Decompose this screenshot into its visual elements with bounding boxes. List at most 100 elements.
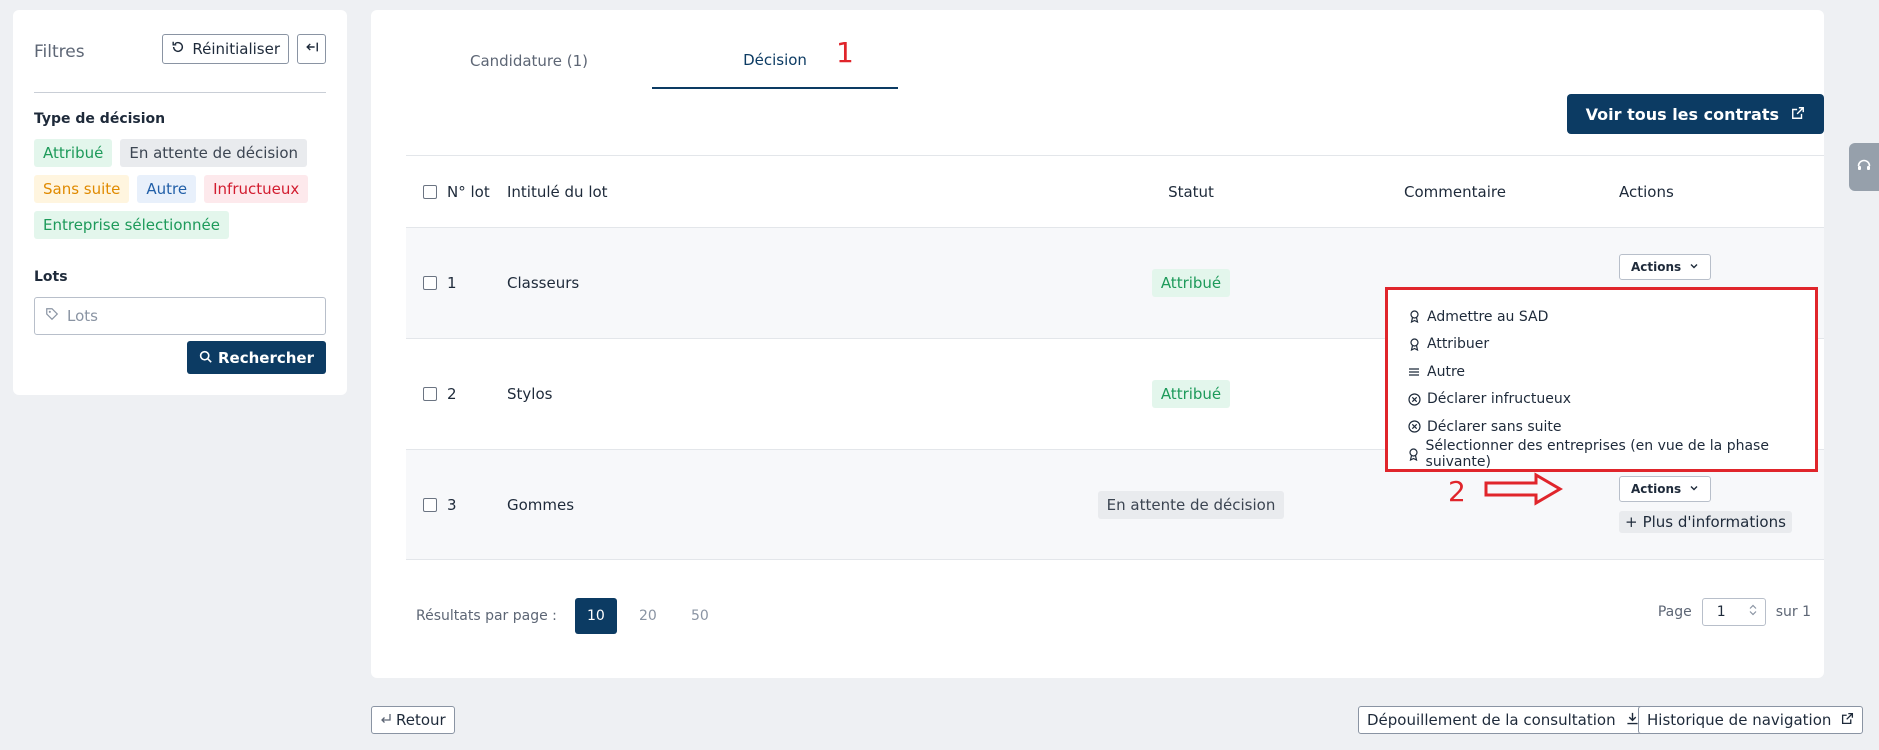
annotation-arrow-icon [1484, 472, 1563, 506]
row-actions: Actions + Plus d'informations [1605, 476, 1824, 533]
page-number-value: 1 [1716, 604, 1726, 620]
header-actions: Actions [1619, 182, 1674, 201]
menu-item-admettre-sad[interactable]: Admettre au SAD [1407, 303, 1796, 331]
view-all-contracts-button[interactable]: Voir tous les contrats [1566, 94, 1824, 134]
table-header: N° lot Intitulé du lot Statut Commentair… [406, 155, 1824, 227]
header-title: Intitulé du lot [507, 182, 608, 201]
actions-button[interactable]: Actions [1619, 254, 1712, 280]
row-title: Gommes [507, 495, 575, 514]
search-icon [199, 349, 212, 367]
chip-entreprise-selectionnee[interactable]: Entreprise sélectionnée [34, 211, 229, 239]
history-button[interactable]: Historique de navigation [1638, 706, 1864, 734]
collapse-filters-button[interactable] [297, 34, 326, 64]
checkbox-box [423, 276, 437, 290]
reset-label: Réinitialiser [192, 40, 280, 58]
lots-input[interactable]: Lots [34, 297, 326, 335]
page-size-10[interactable]: 10 [574, 598, 617, 634]
search-label: Rechercher [217, 348, 314, 367]
filters-panel: Filtres Réinitialiser Type de décision A… [13, 10, 347, 395]
row-status: En attente de décision [1077, 490, 1305, 519]
chip-attribue[interactable]: Attribué [34, 139, 113, 167]
row-status: Attribué [1077, 269, 1305, 297]
external-link-icon [1841, 711, 1854, 729]
award-icon [1407, 448, 1420, 461]
filters-title: Filtres [34, 42, 85, 62]
download-icon [1626, 711, 1639, 729]
menu-item-label: Autre [1427, 363, 1466, 380]
row-num: 1 [447, 274, 457, 292]
row-checkbox[interactable] [423, 497, 447, 512]
actions-label: Actions [1631, 482, 1682, 496]
select-all-checkbox[interactable] [423, 184, 447, 199]
more-info-button[interactable]: + Plus d'informations [1619, 511, 1792, 533]
stepper-icon [1749, 604, 1757, 620]
menu-item-label: Déclarer infructueux [1427, 391, 1571, 408]
page-total-label: sur 1 [1775, 604, 1811, 620]
row-checkbox[interactable] [423, 276, 447, 290]
tag-icon [45, 307, 59, 325]
tab-candidature[interactable]: Candidature (1) [406, 33, 652, 89]
page-number-input[interactable]: 1 [1701, 598, 1766, 626]
lots-label: Lots [34, 269, 68, 285]
page-size-50[interactable]: 50 [679, 598, 721, 634]
actions-button[interactable]: Actions [1619, 476, 1712, 502]
chip-infructueux[interactable]: Infructueux [204, 175, 309, 203]
checkbox-box [423, 497, 437, 512]
status-badge: Attribué [1151, 269, 1231, 297]
menu-item-label: Déclarer sans suite [1427, 418, 1562, 435]
annotation-2: 2 [1448, 475, 1466, 508]
results-per-page-label: Résultats par page : [416, 608, 557, 624]
plus-icon: + [1625, 513, 1638, 531]
menu-item-label: Sélectionner des entreprises (en vue de … [1425, 438, 1769, 471]
page-size-selector: Résultats par page : 10 20 50 [416, 598, 721, 634]
decision-type-chips: Attribué En attente de décision Sans sui… [34, 139, 324, 239]
chevron-down-icon [1689, 260, 1699, 274]
header-status: Statut [1168, 182, 1214, 201]
menu-item-declarer-sans-suite[interactable]: Déclarer sans suite [1407, 413, 1796, 441]
collapse-left-icon [305, 40, 319, 58]
external-link-icon [1791, 105, 1805, 124]
menu-item-attribuer[interactable]: Attribuer [1407, 331, 1796, 359]
lines-icon [1407, 367, 1421, 377]
checkbox-box [423, 387, 437, 401]
depouillement-button[interactable]: Dépouillement de la consultation [1358, 706, 1648, 734]
page-size-20[interactable]: 20 [627, 598, 669, 634]
filters-header: Filtres Réinitialiser [34, 32, 326, 93]
search-button[interactable]: Rechercher [186, 341, 326, 374]
reset-icon [171, 40, 185, 58]
row-title: Stylos [507, 385, 553, 403]
chip-en-attente[interactable]: En attente de décision [120, 139, 308, 167]
chip-sans-suite[interactable]: Sans suite [34, 175, 130, 203]
side-help-tab[interactable] [1849, 143, 1879, 191]
x-circle-icon [1407, 420, 1421, 433]
back-button[interactable]: Retour [371, 706, 455, 734]
menu-item-selectionner-entreprises[interactable]: Sélectionner des entreprises (en vue de … [1407, 438, 1796, 471]
row-checkbox[interactable] [423, 387, 447, 401]
status-badge: Attribué [1151, 380, 1231, 408]
checkbox-box [423, 184, 437, 199]
menu-item-autre[interactable]: Autre [1407, 358, 1796, 386]
row-status: Attribué [1077, 380, 1305, 408]
header-comment: Commentaire [1404, 182, 1506, 201]
award-icon [1407, 310, 1421, 324]
reset-button[interactable]: Réinitialiser [162, 34, 289, 64]
tabs: Candidature (1) Décision [406, 33, 898, 89]
page-navigator: Page 1 sur 1 [1658, 598, 1811, 626]
history-label: Historique de navigation [1647, 711, 1832, 729]
decision-type-label: Type de décision [34, 111, 166, 127]
chip-autre[interactable]: Autre [137, 175, 197, 203]
lots-placeholder: Lots [67, 307, 98, 325]
tab-decision[interactable]: Décision [652, 33, 898, 89]
row-title: Classeurs [507, 274, 580, 292]
depouillement-label: Dépouillement de la consultation [1367, 711, 1616, 729]
return-icon [380, 711, 392, 729]
x-circle-icon [1407, 393, 1421, 406]
header-num: N° lot [447, 182, 490, 201]
page-label: Page [1657, 604, 1692, 620]
view-all-contracts-label: Voir tous les contrats [1585, 104, 1779, 124]
menu-item-declarer-infructueux[interactable]: Déclarer infructueux [1407, 386, 1796, 414]
award-icon [1407, 338, 1421, 351]
row-num: 3 [447, 495, 457, 514]
back-label: Retour [396, 711, 446, 729]
more-info-label: Plus d'informations [1642, 513, 1786, 531]
